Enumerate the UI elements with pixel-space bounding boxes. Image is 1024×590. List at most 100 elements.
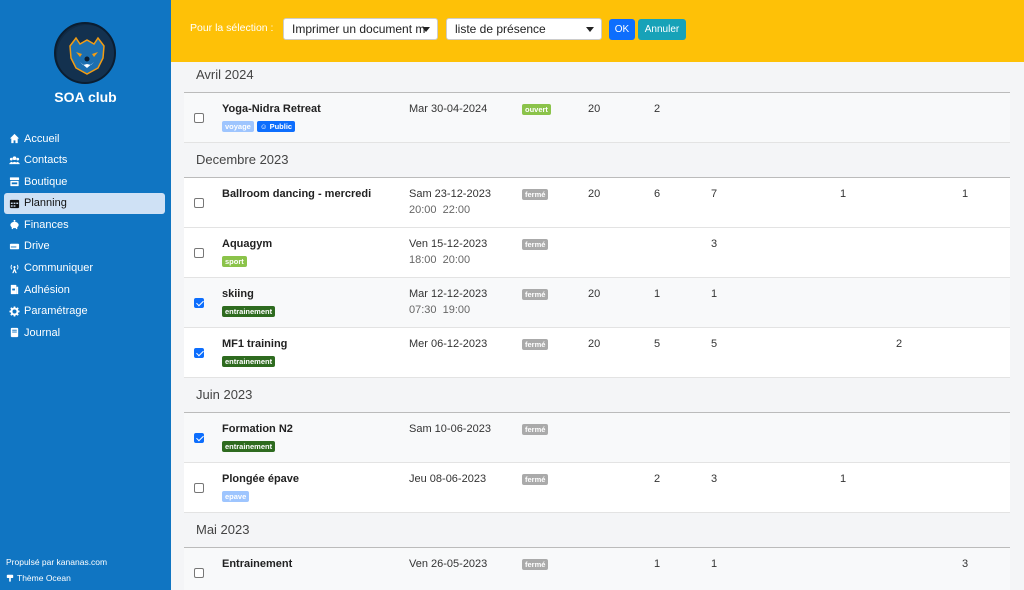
event-name[interactable]: Yoga-Nidra Retreat [222, 103, 321, 115]
action-select-value: Imprimer un document m [292, 22, 426, 36]
count-c3: 7 [711, 188, 718, 200]
event-row[interactable]: Yoga-Nidra Retreat voyage ☺ Public Mar 30-0… [184, 93, 1010, 143]
event-name[interactable]: Aquagym [222, 238, 272, 250]
tag-badge: entrainement [222, 441, 276, 452]
count-c3: 1 [711, 288, 718, 300]
event-checkbox[interactable] [194, 198, 204, 208]
event-name[interactable]: Formation N2 [222, 423, 293, 435]
group-title: Mai 2023 [196, 522, 250, 537]
powered-by[interactable]: Propulsé par kananas.com [6, 557, 107, 567]
count-c4: 1 [840, 473, 847, 485]
event-name[interactable]: MF1 training [222, 338, 287, 350]
sidebar-item-adhesion[interactable]: Adhésion [4, 279, 165, 300]
club-name: SOA club [54, 89, 117, 105]
sidebar-item-label: Journal [24, 326, 61, 339]
ok-button[interactable]: OK [609, 19, 635, 40]
book-icon [8, 327, 21, 339]
event-time: 18:00 20:00 [409, 254, 471, 266]
event-row[interactable]: skiing entrainement Mar 12-12-2023 07:30 19… [184, 278, 1010, 328]
event-date: Sam 10-06-2023 [409, 423, 491, 435]
event-name[interactable]: skiing [222, 288, 254, 300]
sidebar-item-accueil[interactable]: Accueil [4, 128, 165, 149]
event-checkbox[interactable] [194, 113, 204, 123]
tag-badge: sport [222, 256, 247, 267]
event-date: Jeu 08-06-2023 [409, 473, 487, 485]
broadcast-icon [8, 262, 21, 274]
count-c6: 1 [962, 188, 969, 200]
event-name[interactable]: Entrainement [222, 558, 292, 570]
event-tags: entrainement [222, 356, 276, 367]
event-tags: voyage ☺ Public [222, 121, 296, 132]
event-checkbox[interactable] [194, 568, 204, 578]
chevron-down-icon [422, 27, 430, 32]
count-c1: 20 [588, 288, 601, 300]
count-c3: 3 [711, 473, 718, 485]
status-badge: fermé [522, 189, 549, 200]
sidebar-item-planning[interactable]: Planning [4, 192, 165, 214]
event-row[interactable]: Formation N2 entrainement Sam 10-06-2023 fe… [184, 413, 1010, 463]
club-logo[interactable] [54, 22, 116, 84]
event-row[interactable]: Aquagym sport Ven 15-12-2023 18:00 20:00 fer… [184, 228, 1010, 278]
sidebar-item-label: Paramétrage [24, 305, 88, 318]
event-row[interactable]: Ballroom dancing - mercredi Sam 23-12-202… [184, 178, 1010, 228]
event-tags: entrainement [222, 306, 276, 317]
event-checkbox[interactable] [194, 483, 204, 493]
status-badge: fermé [522, 424, 549, 435]
event-checkbox[interactable] [194, 248, 204, 258]
count-c3: 3 [711, 238, 718, 250]
count-c2: 1 [654, 288, 661, 300]
theme-link[interactable]: Thème Ocean [6, 573, 71, 583]
piggy-bank-icon [8, 219, 21, 231]
event-name[interactable]: Ballroom dancing - mercredi [222, 188, 371, 200]
sidebar-item-parametrage[interactable]: Paramétrage [4, 301, 165, 322]
event-tags: epave [222, 491, 250, 502]
calendar-icon [8, 197, 21, 209]
sidebar-item-label: Finances [24, 218, 69, 231]
home-icon [8, 133, 21, 145]
selection-label: Pour la sélection : [190, 22, 274, 34]
document-select-value: liste de présence [455, 22, 546, 36]
tag-badge: ☺ Public [256, 121, 296, 132]
event-checkbox[interactable] [194, 348, 204, 358]
event-row[interactable]: Plongée épave epave Jeu 08-06-2023 fermé 2 3 1 [184, 463, 1010, 513]
status-badge: fermé [522, 559, 549, 570]
event-name[interactable]: Plongée épave [222, 473, 299, 485]
group-title: Juin 2023 [196, 387, 253, 402]
event-checkbox[interactable] [194, 298, 204, 308]
tag-badge: entrainement [222, 306, 276, 317]
count-c4: 1 [840, 188, 847, 200]
selection-toolbar: Pour la sélection : Imprimer un document… [171, 0, 1024, 62]
event-date: Mer 06-12-2023 [409, 338, 488, 350]
sidebar-item-communiquer[interactable]: Communiquer [4, 258, 165, 279]
event-date: Mar 30-04-2024 [409, 103, 488, 115]
status-badge: ouvert [522, 104, 551, 115]
sidebar-item-label: Planning [24, 197, 67, 210]
event-row[interactable]: Entrainement Ven 26-05-2023 fermé 1 1 3 [184, 548, 1010, 590]
count-c1: 20 [588, 103, 601, 115]
count-c2: 1 [654, 558, 661, 570]
sidebar-item-label: Contacts [24, 154, 68, 167]
users-icon [8, 154, 21, 166]
event-row[interactable]: MF1 training entrainement Mer 06-12-2023 fe… [184, 328, 1010, 378]
sidebar-item-label: Accueil [24, 132, 60, 145]
sidebar-nav: Accueil Contacts Boutique Planning Finan… [4, 128, 165, 344]
status-badge: fermé [522, 239, 549, 250]
event-time: 07:30 19:00 [409, 304, 471, 316]
document-select[interactable]: liste de présence [446, 18, 602, 40]
theme-label: Thème Ocean [17, 573, 71, 583]
id-card-icon [8, 284, 21, 296]
status-badge: fermé [522, 289, 549, 300]
event-date: Sam 23-12-2023 [409, 188, 491, 200]
event-time: 20:00 22:00 [409, 204, 471, 216]
action-select[interactable]: Imprimer un document m [283, 18, 438, 40]
sidebar-item-drive[interactable]: Drive [4, 236, 165, 257]
cancel-button[interactable]: Annuler [638, 19, 686, 40]
sidebar-item-contacts[interactable]: Contacts [4, 150, 165, 171]
sidebar-item-journal[interactable]: Journal [4, 322, 165, 343]
sidebar-item-finances[interactable]: Finances [4, 214, 165, 235]
count-c1: 20 [588, 338, 601, 350]
sidebar-item-boutique[interactable]: Boutique [4, 171, 165, 192]
sidebar: SOA club Accueil Contacts Boutique Plann… [0, 0, 171, 590]
event-checkbox[interactable] [194, 433, 204, 443]
sidebar-item-label: Drive [24, 240, 50, 253]
